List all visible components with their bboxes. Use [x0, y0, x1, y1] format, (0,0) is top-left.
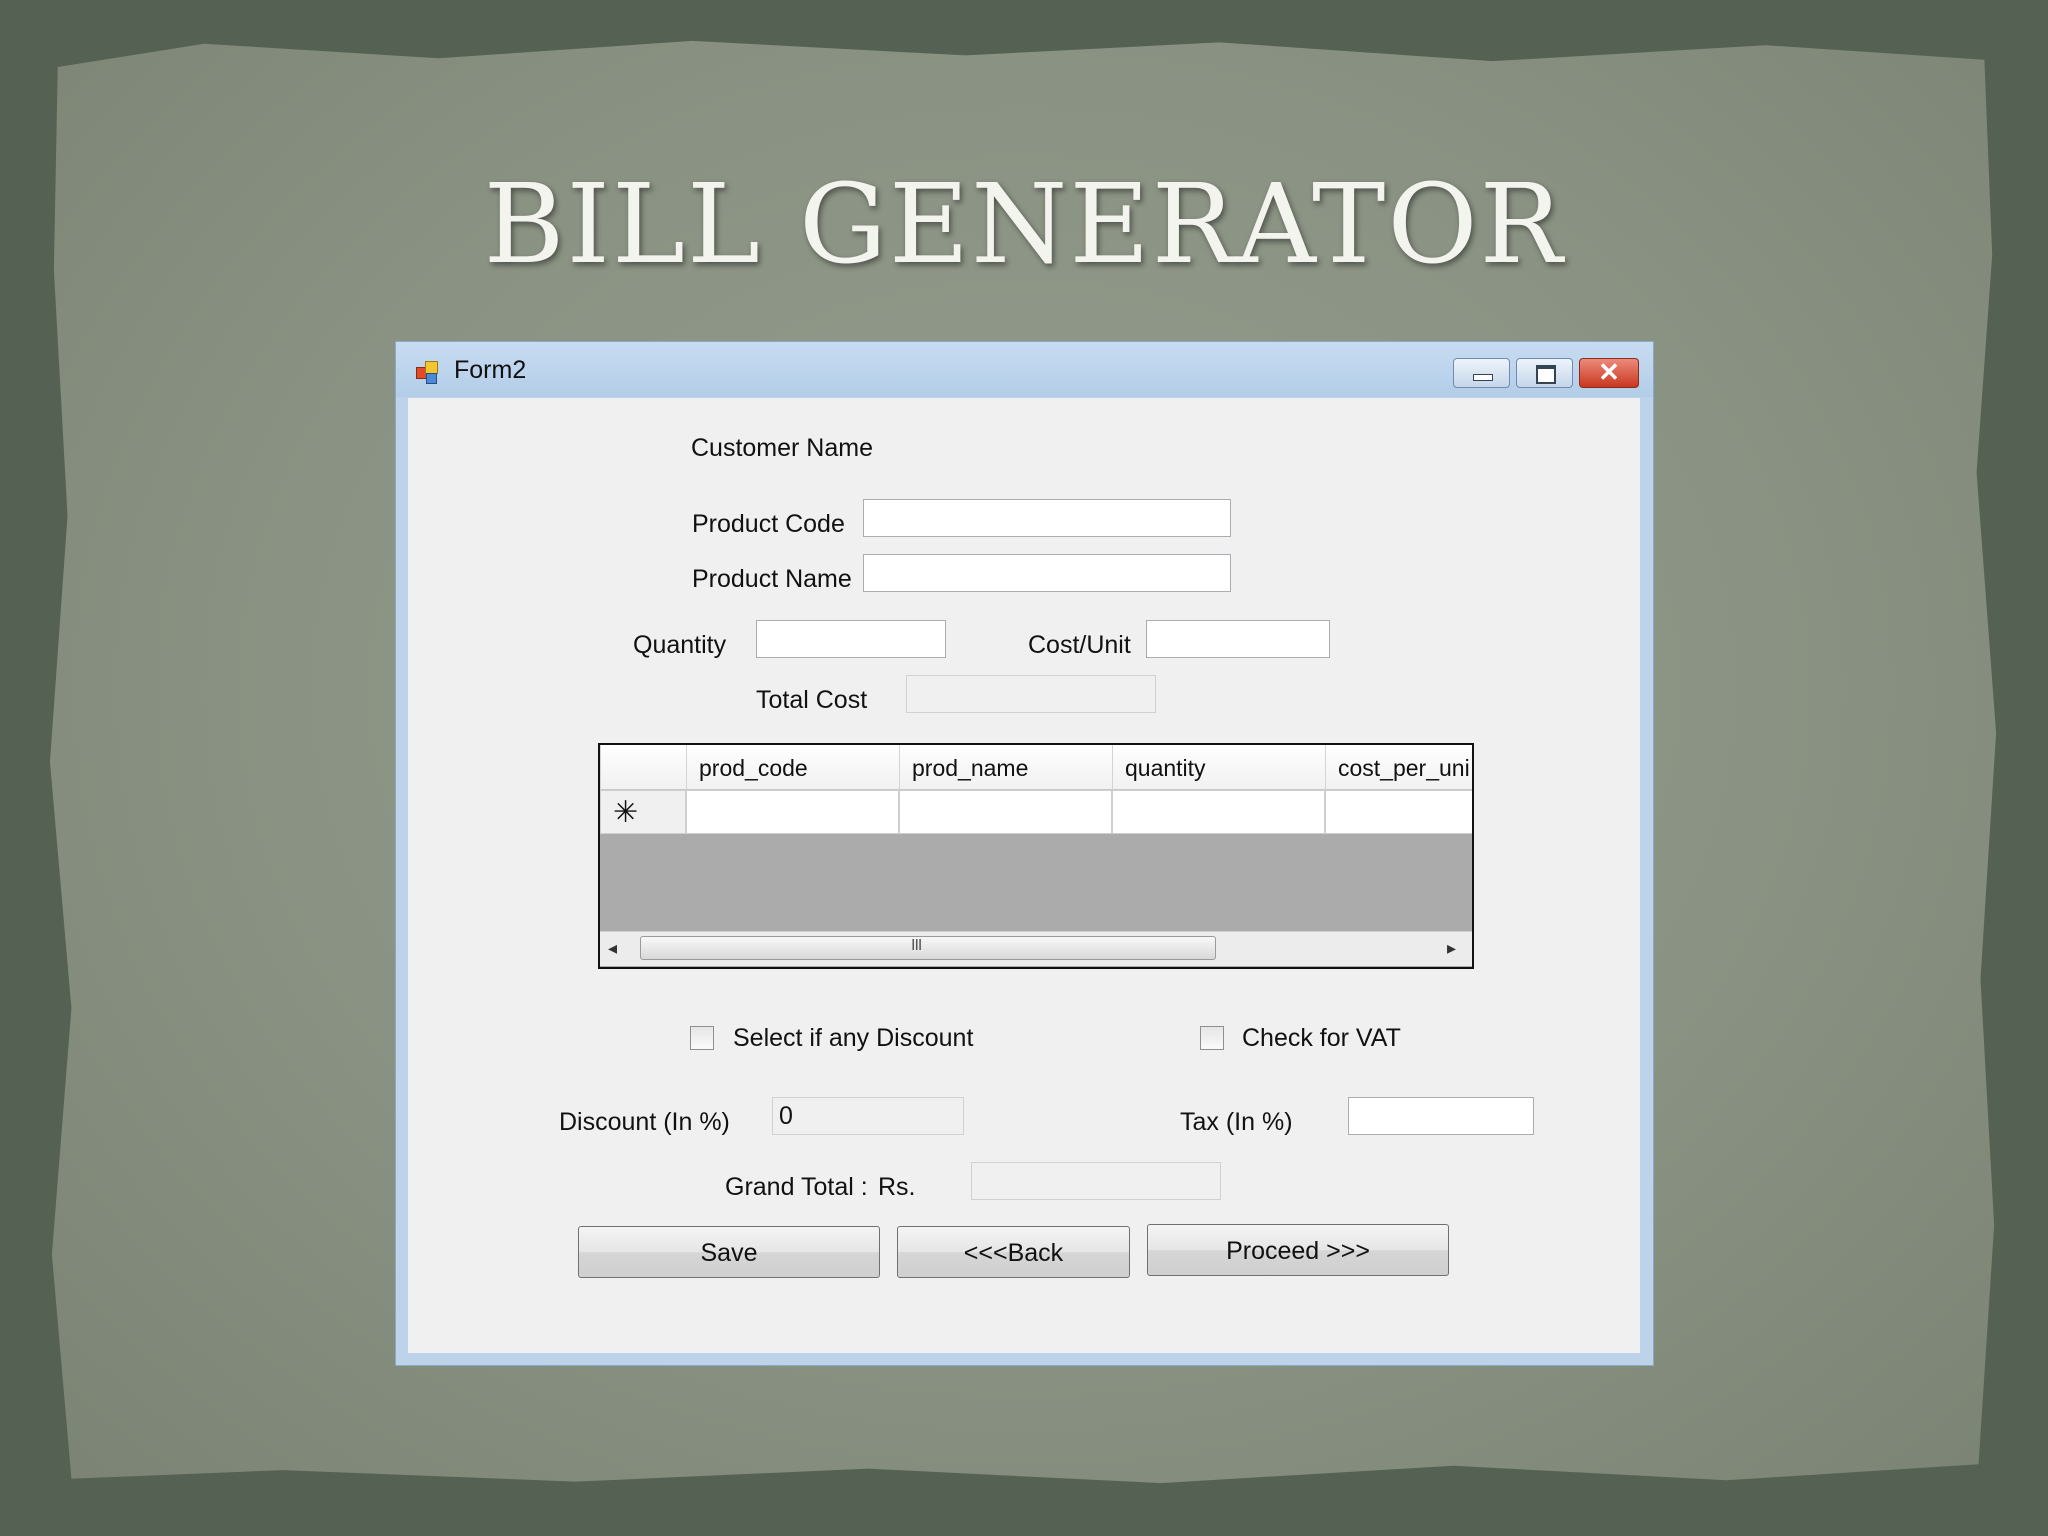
grid-cell-prod-code[interactable]: [686, 790, 899, 834]
horizontal-scrollbar[interactable]: ◂ III ▸: [600, 931, 1472, 966]
product-code-input[interactable]: [863, 499, 1231, 537]
total-cost-label: Total Cost: [756, 686, 868, 714]
cost-unit-label: Cost/Unit: [1028, 631, 1131, 659]
discount-checkbox[interactable]: [690, 1026, 714, 1050]
close-button[interactable]: ✕: [1579, 357, 1639, 388]
grand-total-label: Grand Total :: [725, 1173, 868, 1201]
grand-total-field[interactable]: [971, 1162, 1221, 1200]
new-row-marker-icon[interactable]: ✳: [600, 790, 686, 834]
grid-header-row: prod_code prod_name quantity cost_per_un…: [600, 745, 1472, 790]
products-data-grid[interactable]: prod_code prod_name quantity cost_per_un…: [598, 743, 1474, 969]
form-window: Form2 ✕ Customer Name Product Code Produ…: [395, 341, 1654, 1366]
quantity-label: Quantity: [633, 631, 727, 659]
product-name-label: Product Name: [692, 565, 852, 593]
tax-input[interactable]: [1348, 1097, 1534, 1135]
vat-checkbox[interactable]: [1200, 1026, 1224, 1050]
product-name-input[interactable]: [863, 554, 1231, 592]
customer-name-label: Customer Name: [691, 434, 873, 462]
slide-title: BILL GENERATOR: [483, 160, 1565, 288]
back-button[interactable]: <<<Back: [897, 1226, 1130, 1278]
proceed-button[interactable]: Proceed >>>: [1147, 1224, 1449, 1276]
scroll-grip-icon: III: [911, 937, 922, 954]
window-title: Form2: [454, 356, 527, 384]
column-header-cost-per-unit[interactable]: cost_per_uni: [1325, 745, 1472, 789]
grid-cell-quantity[interactable]: [1112, 790, 1325, 834]
column-header-quantity[interactable]: quantity: [1112, 745, 1325, 789]
cost-unit-input[interactable]: [1146, 620, 1330, 658]
scroll-right-arrow-icon[interactable]: ▸: [1447, 938, 1456, 959]
grid-cell-prod-name[interactable]: [899, 790, 1112, 834]
grid-cell-cost-per-unit[interactable]: [1325, 790, 1472, 834]
grid-corner-cell: [600, 745, 686, 789]
close-icon: ✕: [1598, 357, 1620, 387]
discount-input[interactable]: [772, 1097, 964, 1135]
save-button[interactable]: Save: [578, 1226, 880, 1278]
product-code-label: Product Code: [692, 510, 845, 538]
slide-background: BILL GENERATOR Form2 ✕ Customer Name Pro…: [0, 0, 2048, 1536]
window-titlebar[interactable]: Form2 ✕: [396, 342, 1653, 397]
form-client-area: Customer Name Product Code Product Name …: [408, 398, 1640, 1353]
column-header-prod-code[interactable]: prod_code: [686, 745, 899, 789]
discount-checkbox-label[interactable]: Select if any Discount: [733, 1024, 973, 1053]
currency-label: Rs.: [878, 1173, 916, 1201]
maximize-icon: [1536, 365, 1556, 384]
scroll-thumb[interactable]: III: [640, 936, 1216, 960]
app-icon: [416, 361, 438, 384]
minimize-button[interactable]: [1453, 358, 1510, 388]
total-cost-field[interactable]: [906, 675, 1156, 713]
tax-label: Tax (In %): [1180, 1108, 1293, 1136]
discount-label: Discount (In %): [559, 1108, 730, 1136]
quantity-input[interactable]: [756, 620, 946, 658]
scroll-left-arrow-icon[interactable]: ◂: [608, 938, 617, 959]
minimize-icon: [1473, 374, 1493, 381]
grid-new-row[interactable]: ✳: [600, 790, 1472, 834]
column-header-prod-name[interactable]: prod_name: [899, 745, 1112, 789]
maximize-button[interactable]: [1516, 358, 1573, 388]
vat-checkbox-label[interactable]: Check for VAT: [1242, 1024, 1401, 1053]
